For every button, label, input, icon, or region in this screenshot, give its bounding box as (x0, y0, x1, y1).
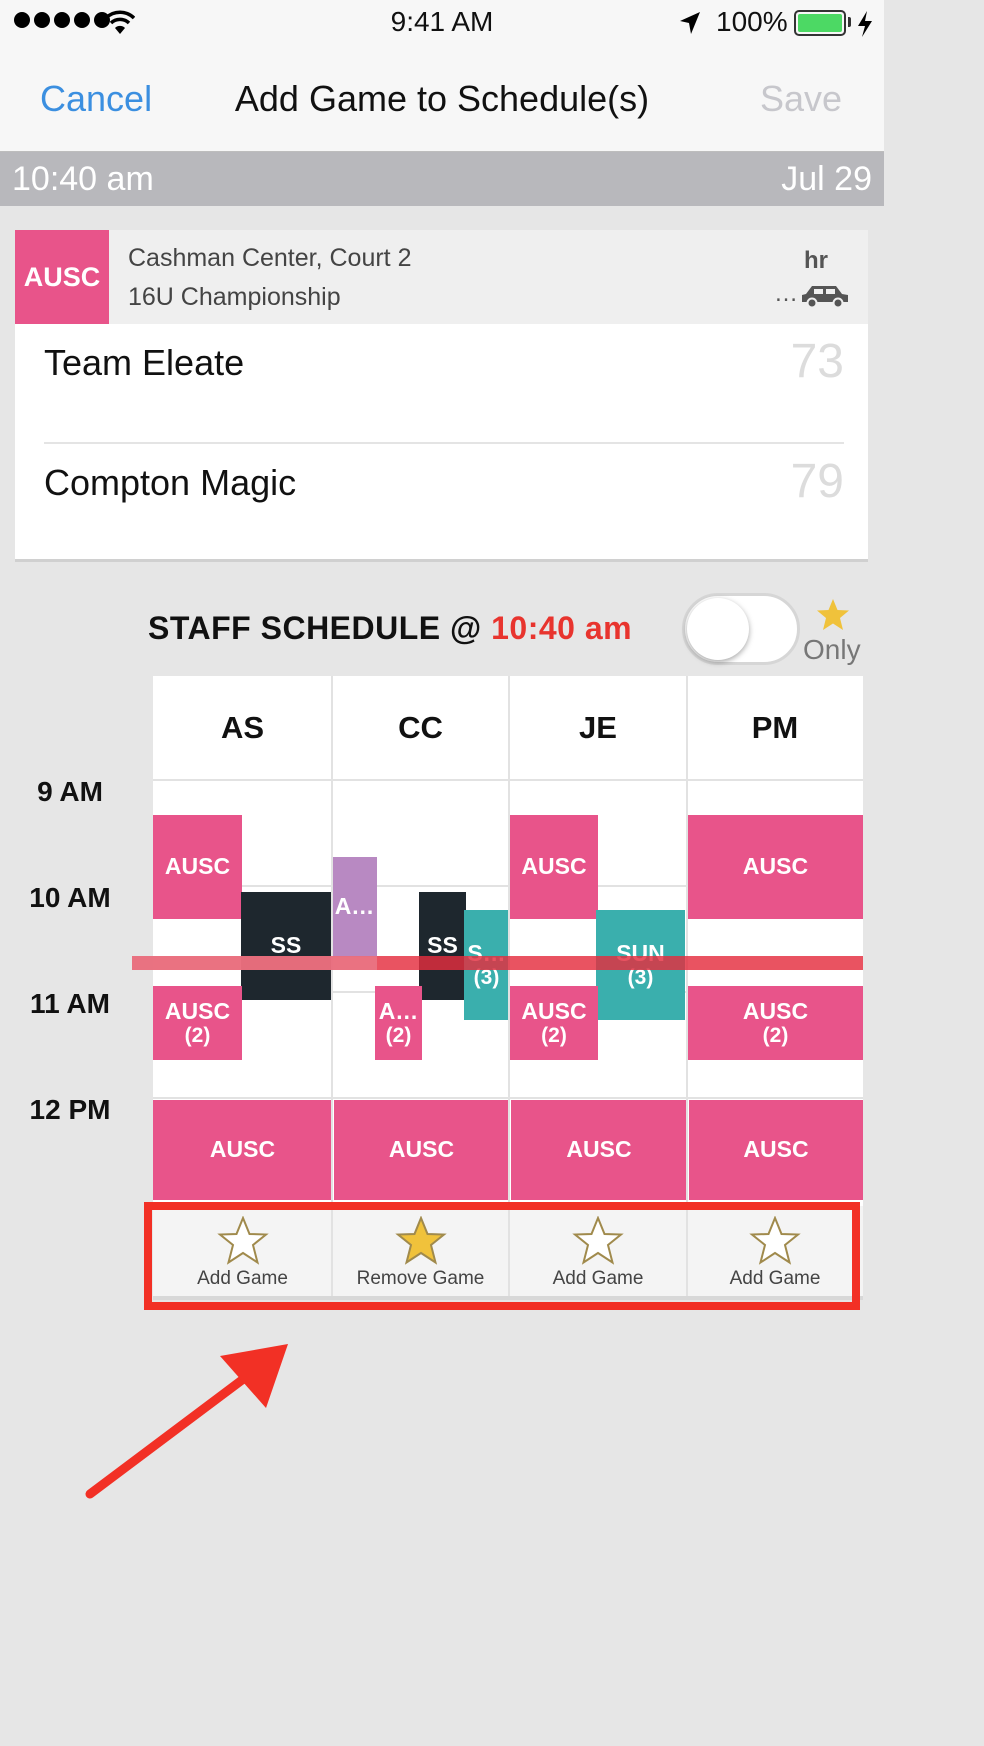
star-icon (817, 599, 849, 630)
schedule-event[interactable]: AUSC (2) (510, 986, 598, 1060)
travel-time-unit: hr (804, 247, 828, 274)
hour-label: 10 AM (29, 882, 111, 913)
team-score[interactable]: 79 (791, 454, 844, 509)
team-row: Team Eleate 73 (44, 324, 844, 444)
staff-schedule-title: STAFF SCHEDULE @ 10:40 am (148, 610, 633, 646)
battery-icon (794, 10, 846, 36)
division-label: 16U Championship (128, 283, 341, 311)
toggle-knob (687, 598, 749, 660)
starred-only-label: Only (803, 634, 861, 665)
hour-label: 11 AM (30, 988, 110, 1019)
hour-label: 9 AM (37, 776, 103, 807)
teams-panel: Team Eleate 73 Compton Magic 79 (15, 324, 868, 562)
page-title: Add Game to Schedule(s) (234, 78, 650, 119)
navigation-bar: Cancel Add Game to Schedule(s) Save (0, 48, 884, 152)
travel-time-value: … (774, 280, 798, 307)
schedule-event[interactable]: AUSC (2) (153, 986, 242, 1060)
schedule-event[interactable]: AUSC (689, 1100, 863, 1200)
staff-column-header: AS (220, 710, 265, 745)
hour-label: 12 PM (29, 1094, 111, 1125)
schedule-event[interactable]: A… (2) (375, 986, 422, 1060)
schedule-event[interactable]: AUSC (153, 1100, 332, 1200)
game-time-bar: 10:40 am Jul 29 (0, 152, 884, 206)
charging-bolt-icon (858, 11, 872, 37)
game-card-header: AUSC Cashman Center, Court 2 16U Champio… (15, 230, 868, 324)
team-name: Compton Magic (44, 462, 297, 503)
schedule-event[interactable]: SS (419, 892, 466, 1000)
starred-only-toggle[interactable] (682, 593, 800, 665)
venue-label: Cashman Center, Court 2 (128, 244, 412, 272)
highlight-box (144, 1202, 860, 1310)
status-bar: 9:41 AM 100% (0, 0, 884, 48)
location-arrow-icon (680, 12, 700, 34)
schedule-event[interactable]: AUSC (334, 1100, 509, 1200)
schedule-event[interactable]: SS (241, 892, 331, 1000)
staff-column-header: PM (751, 710, 799, 745)
schedule-event[interactable]: AUSC (510, 815, 598, 919)
staff-schedule-time: 10:40 am (491, 610, 633, 646)
org-badge: AUSC (15, 230, 109, 324)
car-icon (802, 286, 848, 308)
schedule-event[interactable]: A… (332, 857, 377, 957)
team-row: Compton Magic 79 (44, 444, 844, 564)
staff-column-header: JE (579, 710, 617, 745)
schedule-event[interactable]: AUSC (688, 815, 863, 919)
annotation-arrow-icon (85, 1344, 288, 1499)
schedule-event[interactable]: AUSC (511, 1100, 687, 1200)
team-score[interactable]: 73 (791, 334, 844, 389)
game-start-time: 10:40 am (12, 160, 154, 198)
team-name: Team Eleate (44, 342, 245, 383)
schedule-event[interactable]: AUSC (2) (688, 986, 863, 1060)
schedule-event[interactable]: AUSC (153, 815, 242, 919)
game-date: Jul 29 (781, 160, 872, 198)
battery-percent: 100% (716, 6, 788, 37)
save-button[interactable]: Save (760, 78, 842, 120)
staff-column-header: CC (398, 710, 443, 745)
